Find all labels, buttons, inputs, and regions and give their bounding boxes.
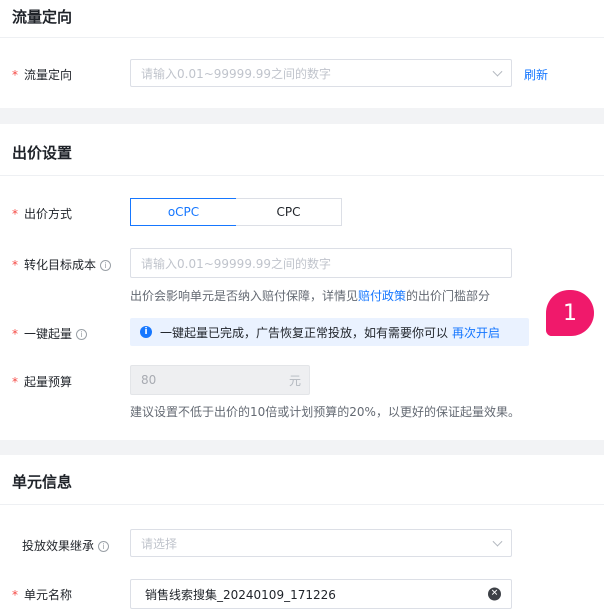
reopen-boost-link[interactable]: 再次开启: [452, 324, 500, 341]
required-mark: *: [12, 327, 18, 341]
unit-name-input[interactable]: 销售线索搜集_20240109_171226 ✕: [130, 579, 512, 609]
divider: [0, 504, 604, 505]
traffic-label: * 流量定向: [12, 68, 73, 82]
info-icon[interactable]: i: [98, 541, 110, 552]
unit-name-label: * 单元名称: [12, 588, 73, 602]
unit-name-value: 销售线索搜集_20240109_171226: [145, 587, 336, 602]
bid-section: 出价设置 * 出价方式 oCPC CPC * 转化目标成本 i 请输入0.01~999…: [0, 124, 604, 440]
required-mark: *: [12, 375, 18, 389]
budget-hint: 建议设置不低于出价的10倍或计划预算的20%，以更好的保证起量效果。: [130, 405, 520, 419]
method-ocpc-button[interactable]: oCPC: [130, 198, 237, 226]
step-badge: 1: [546, 290, 594, 336]
required-mark: *: [12, 588, 18, 602]
clear-icon[interactable]: ✕: [488, 587, 501, 601]
refresh-link[interactable]: 刷新: [524, 66, 548, 83]
budget-unit: 元: [288, 373, 301, 388]
boost-label: * 一键起量 i: [12, 325, 88, 342]
bid-section-title: 出价设置: [12, 144, 73, 162]
cost-placeholder: 请输入0.01~99999.99之间的数字: [141, 256, 332, 271]
required-mark: *: [12, 207, 18, 221]
divider: [0, 37, 604, 38]
cost-hint: 出价会影响单元是否纳入赔付保障，详情见赔付政策的出价门槛部分: [130, 289, 491, 303]
chevron-down-icon: [492, 66, 503, 77]
required-mark: *: [12, 258, 18, 272]
inherit-label: 投放效果继承 i: [22, 537, 110, 554]
traffic-select[interactable]: 请输入0.01~99999.99之间的数字: [130, 59, 512, 87]
traffic-section-title: 流量定向: [12, 8, 73, 26]
traffic-placeholder: 请输入0.01~99999.99之间的数字: [141, 66, 332, 81]
info-icon[interactable]: i: [76, 329, 88, 340]
budget-value: 80: [141, 373, 157, 387]
boost-banner-text: 一键起量已完成，广告恢复正常投放，如有需要你可以: [160, 325, 449, 340]
unit-section-title: 单元信息: [12, 473, 73, 491]
info-circle-icon: i: [140, 326, 152, 338]
budget-label: * 起量预算: [12, 375, 73, 389]
required-mark: *: [12, 68, 18, 82]
inherit-select[interactable]: 请选择: [130, 529, 512, 557]
chevron-down-icon: [492, 536, 503, 547]
inherit-placeholder: 请选择: [141, 536, 178, 551]
bid-method-label: * 出价方式: [12, 207, 73, 221]
cost-input[interactable]: 请输入0.01~99999.99之间的数字: [130, 248, 512, 278]
divider: [0, 175, 604, 176]
compensation-policy-link[interactable]: 赔付政策: [358, 289, 406, 303]
method-cpc-button[interactable]: CPC: [236, 198, 342, 226]
traffic-section: 流量定向 * 流量定向 请输入0.01~99999.99之间的数字 刷新: [0, 0, 604, 108]
info-icon[interactable]: i: [100, 260, 112, 271]
cost-label: * 转化目标成本 i: [12, 256, 112, 273]
budget-input[interactable]: 80 元: [130, 365, 310, 395]
boost-status-banner: i 一键起量已完成，广告恢复正常投放，如有需要你可以 再次开启: [130, 318, 529, 346]
unit-section: 单元信息 投放效果继承 i 请选择 * 单元名称 销售线索搜集_20240109_1…: [0, 455, 604, 615]
